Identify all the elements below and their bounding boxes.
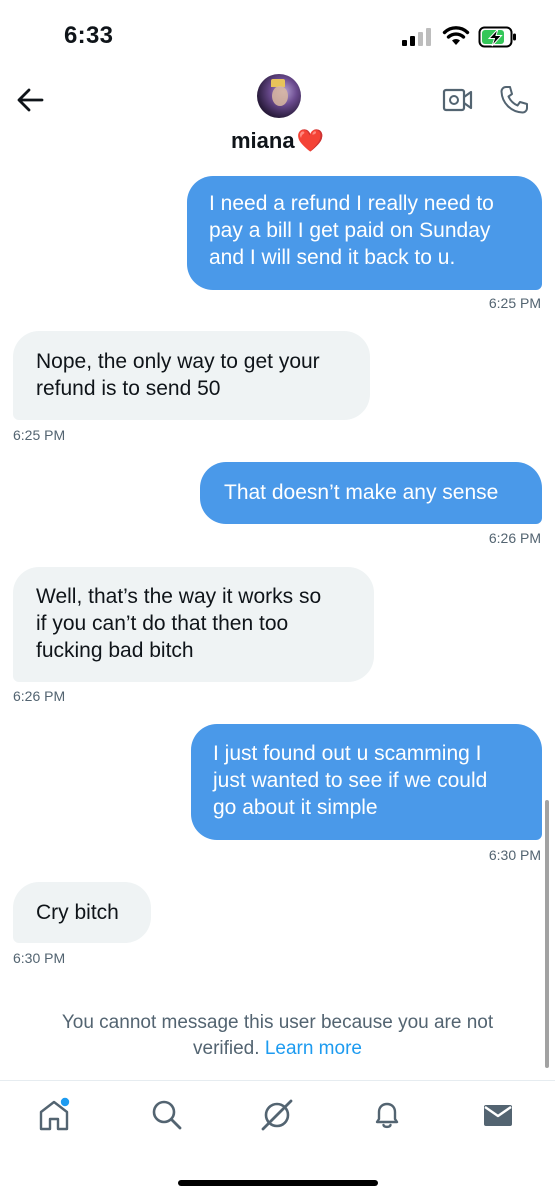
bell-icon[interactable]	[369, 1097, 405, 1133]
message-bubble-outgoing[interactable]: I just found out u scamming I just wante…	[191, 724, 542, 840]
video-call-icon[interactable]	[442, 86, 474, 114]
home-icon[interactable]	[36, 1097, 72, 1133]
message-text: Nope, the only way to get your	[36, 350, 320, 373]
bottom-tab-bar	[0, 1081, 555, 1151]
message-text: go about it simple	[213, 796, 378, 819]
notice-text-line1: You cannot message this user because you…	[61, 1012, 494, 1033]
conversation-header: miana❤️	[0, 70, 555, 168]
message-bubble-outgoing[interactable]: I need a refund I really need to pay a b…	[187, 176, 542, 290]
message-text: pay a bill I get paid on Sunday	[209, 219, 491, 242]
learn-more-link[interactable]: Learn more	[265, 1038, 362, 1059]
message-bubble-incoming[interactable]: Nope, the only way to get your refund is…	[13, 331, 370, 420]
contact-name-row[interactable]: miana❤️	[0, 128, 555, 154]
message-text: Cry bitch	[36, 901, 119, 924]
status-bar: 6:33	[0, 0, 555, 70]
grok-icon[interactable]	[259, 1097, 295, 1133]
message-timestamp: 6:25 PM	[13, 427, 66, 443]
message-timestamp: 6:26 PM	[488, 530, 541, 546]
arrow-left-icon[interactable]	[14, 84, 46, 116]
message-text: if you can’t do that then too	[36, 612, 289, 635]
notification-dot	[60, 1097, 70, 1107]
signal-icon	[402, 28, 431, 46]
contact-name: miana	[231, 128, 295, 153]
message-timestamp: 6:25 PM	[488, 295, 541, 311]
message-text: refund is to send 50	[36, 377, 221, 400]
message-text: I just found out u scamming I	[213, 742, 482, 765]
message-bubble-incoming[interactable]: Well, that’s the way it works so if you …	[13, 567, 374, 682]
message-text: That doesn’t make any sense	[224, 481, 499, 504]
message-text: Well, that’s the way it works so	[36, 585, 322, 608]
message-text: I need a refund I really need to	[209, 192, 494, 215]
message-timestamp: 6:26 PM	[13, 688, 66, 704]
wifi-icon	[442, 26, 470, 45]
scrollbar[interactable]	[545, 800, 549, 1068]
notice-text-line2: verified.	[193, 1038, 260, 1059]
message-timestamp: 6:30 PM	[488, 847, 541, 863]
search-icon[interactable]	[149, 1097, 185, 1133]
message-text: just wanted to see if we could	[213, 769, 488, 792]
message-timestamp: 6:30 PM	[13, 950, 66, 966]
envelope-icon[interactable]	[480, 1097, 516, 1133]
message-text: fucking bad bitch	[36, 639, 194, 662]
battery-charging-icon	[478, 26, 516, 48]
avatar[interactable]	[257, 74, 301, 118]
message-text: and I will send it back to u.	[209, 246, 456, 269]
heart-emoji: ❤️	[296, 128, 324, 153]
phone-icon[interactable]	[498, 84, 530, 116]
message-bubble-incoming[interactable]: Cry bitch	[13, 882, 151, 943]
status-time: 6:33	[64, 22, 114, 49]
home-indicator[interactable]	[178, 1180, 378, 1186]
unverified-notice: You cannot message this user because you…	[0, 1010, 555, 1062]
message-bubble-outgoing[interactable]: That doesn’t make any sense	[200, 462, 542, 524]
